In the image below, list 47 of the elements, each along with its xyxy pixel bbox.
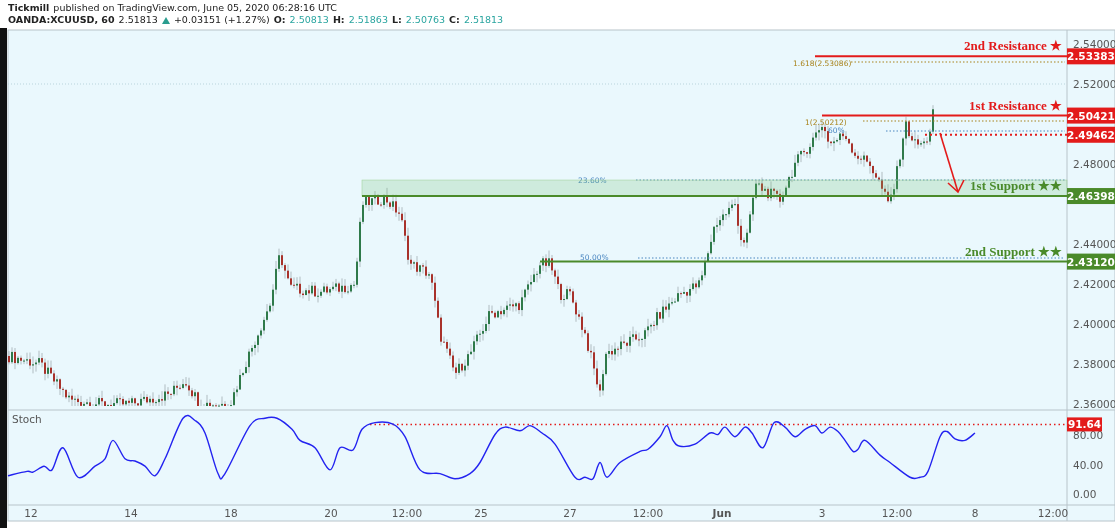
symbol-name: OANDA:XCUUSD, 60 bbox=[8, 14, 115, 26]
price-change: +0.03151 (+1.27%) bbox=[173, 14, 270, 26]
ohlc-label: C: bbox=[449, 14, 460, 26]
price-axis-label: 2.36000 bbox=[1073, 398, 1115, 410]
time-axis-label: 12 bbox=[24, 507, 38, 519]
price-axis-label: 2.54000 bbox=[1073, 38, 1115, 50]
indicator-title: Stoch bbox=[12, 413, 42, 425]
level-label: 2nd Support ★★ bbox=[965, 243, 1062, 259]
last-price: 2.51813 bbox=[118, 14, 158, 26]
ohlc-label: O: bbox=[273, 14, 286, 26]
ohlc-label: L: bbox=[391, 14, 402, 26]
publisher-name: Tickmill bbox=[8, 2, 50, 14]
ohlc-value: 2.51863 bbox=[348, 14, 388, 26]
price-tag: 2.46398 bbox=[1067, 188, 1115, 205]
price-axis-label: 2.48000 bbox=[1073, 158, 1115, 170]
up-triangle-icon bbox=[161, 16, 170, 24]
time-axis-label: 8 bbox=[971, 507, 979, 519]
ohlc-value: 2.50813 bbox=[289, 14, 329, 26]
price-axis-label: 2.52000 bbox=[1073, 78, 1115, 90]
level-label: 2nd Resistance ★ bbox=[964, 38, 1062, 54]
indicator-axis-label: 0.00 bbox=[1073, 488, 1097, 500]
time-axis-label: 14 bbox=[124, 507, 138, 519]
price-axis-label: 2.44000 bbox=[1073, 238, 1115, 250]
down-arrow bbox=[939, 132, 965, 194]
time-axis-label: 25 bbox=[474, 507, 488, 519]
publish-info: published on TradingView.com, June 05, 2020 06:28:16 UTC bbox=[53, 2, 337, 14]
time-axis-label: 12:00 bbox=[632, 507, 664, 519]
time-axis-label: 27 bbox=[563, 507, 577, 519]
time-axis-label: 18 bbox=[224, 507, 238, 519]
time-axis-label: Jun bbox=[712, 507, 732, 519]
price-axis-label: 2.42000 bbox=[1073, 278, 1115, 290]
price-axis-label: 2.38000 bbox=[1073, 358, 1115, 370]
time-axis-label: 20 bbox=[324, 507, 338, 519]
indicator-axis-label: 80.00 bbox=[1073, 429, 1104, 441]
time-axis-label: 3 bbox=[818, 507, 826, 519]
ohlc-label: H: bbox=[332, 14, 345, 26]
ohlc-value: 2.50763 bbox=[405, 14, 446, 26]
ohlc-value: 2.51813 bbox=[463, 14, 504, 26]
price-tag: 2.53383 bbox=[1067, 48, 1115, 65]
time-axis-label: 12:00 bbox=[391, 507, 423, 519]
level-label: 1st Support ★★ bbox=[970, 178, 1062, 194]
time-axis-label: 12:00 bbox=[881, 507, 913, 519]
price-axis-label: 2.40000 bbox=[1073, 318, 1115, 330]
time-axis-label: 12:00 bbox=[1037, 507, 1069, 519]
level-label: 1st Resistance ★ bbox=[969, 97, 1062, 113]
value-tag: 91.64 bbox=[1067, 417, 1102, 432]
indicator-axis-label: 40.00 bbox=[1073, 458, 1104, 471]
